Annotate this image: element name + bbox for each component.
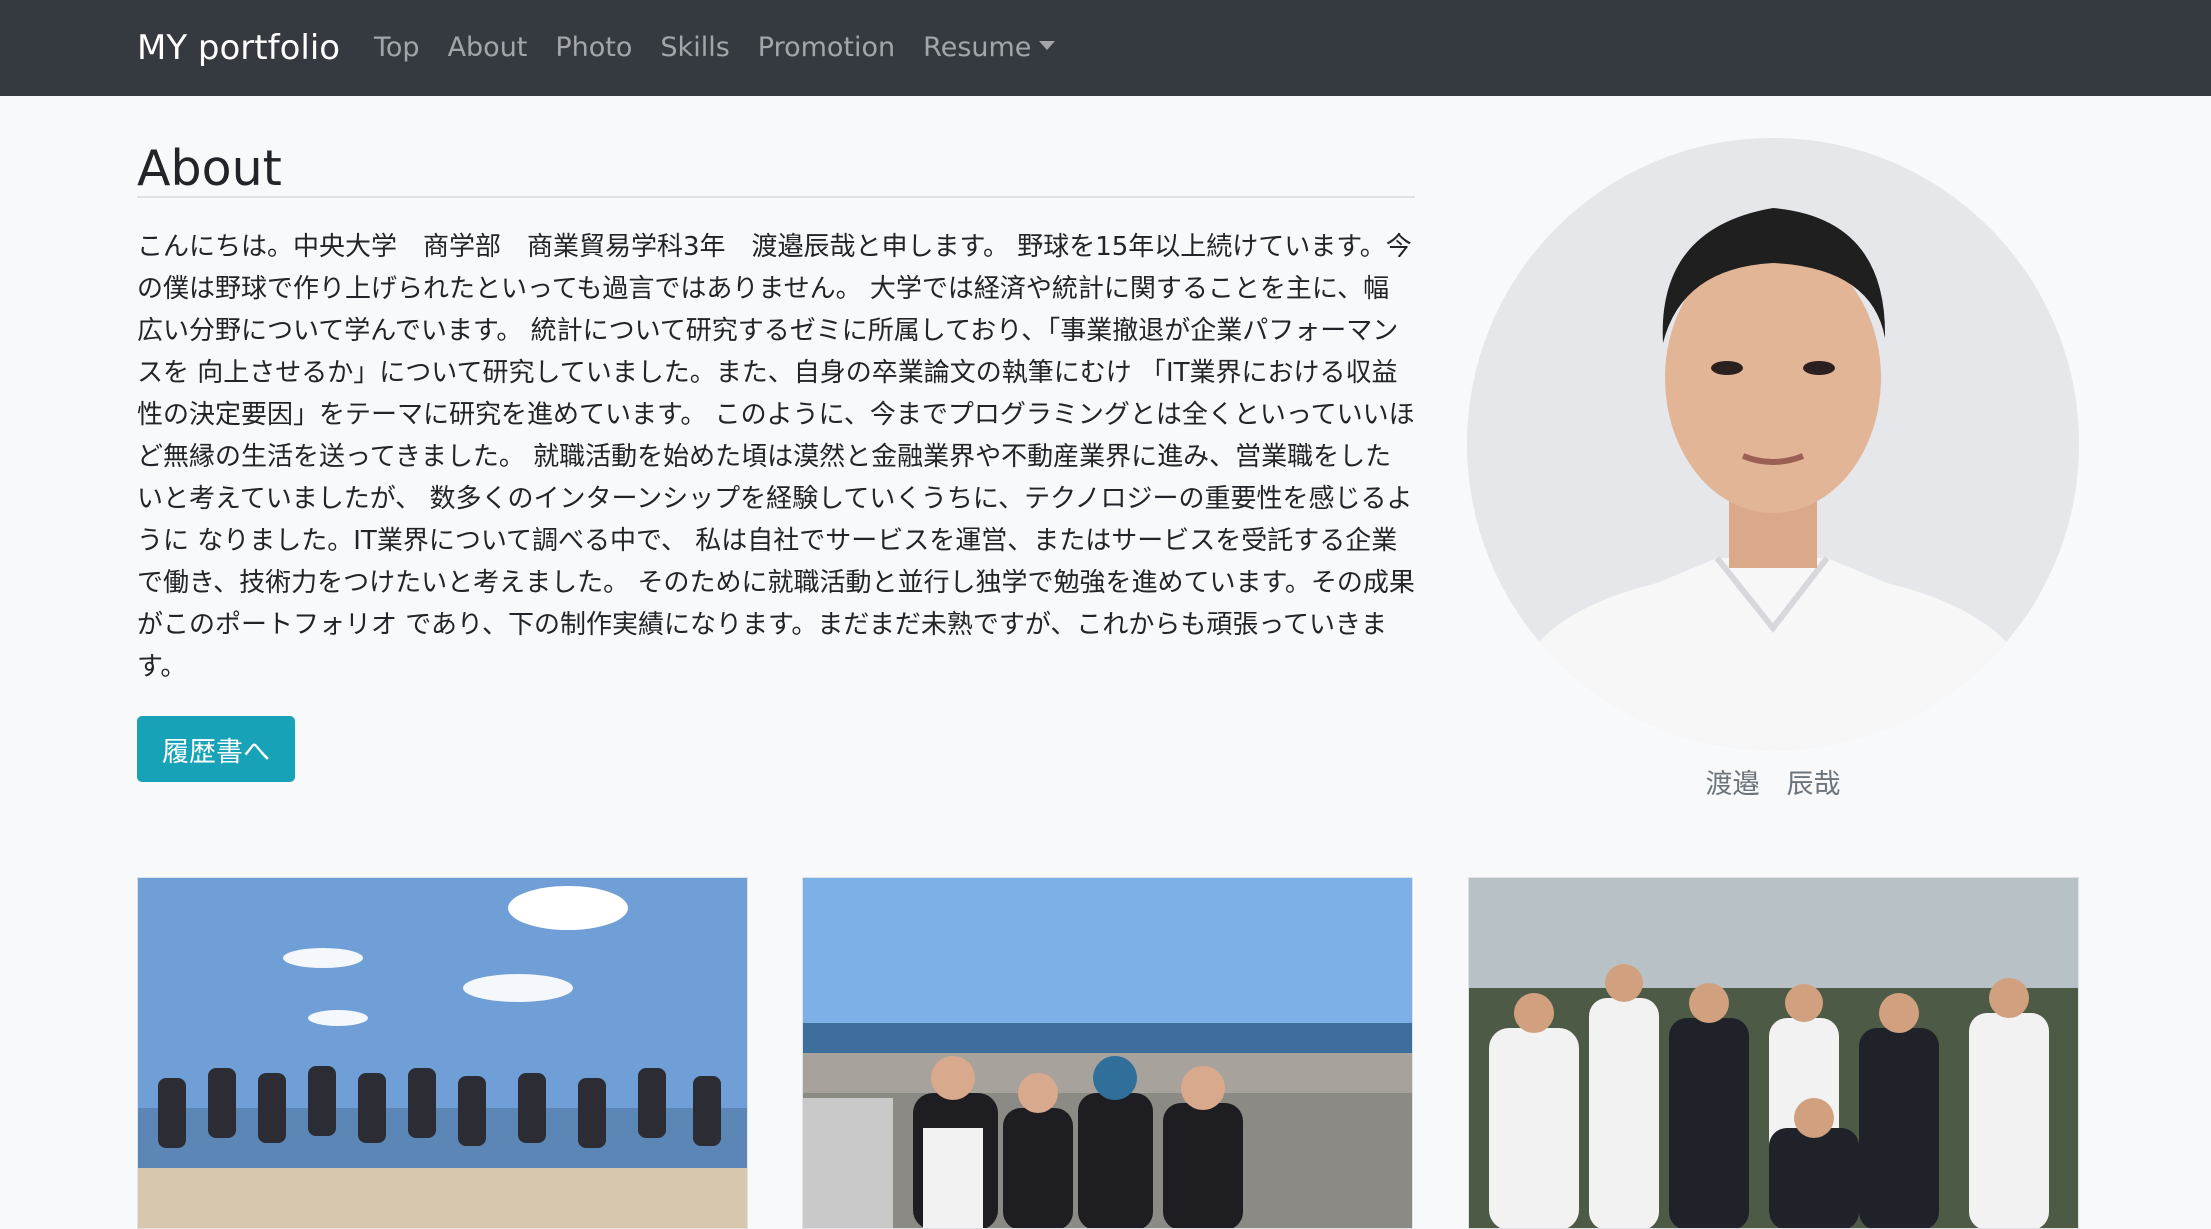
nav-link-promotion[interactable]: Promotion (744, 28, 909, 68)
photo-card-beach-jump (137, 877, 748, 1229)
nav-dropdown-resume[interactable]: Resume (909, 28, 1069, 68)
beach-jump-photo (138, 878, 747, 1228)
photo-card-seaside-group (802, 877, 1413, 1229)
nav-link-skills[interactable]: Skills (646, 28, 743, 68)
profile-name: 渡邉 辰哉 (1705, 769, 1841, 800)
brand-link[interactable]: MY portfolio (137, 25, 340, 71)
profile-photo (1467, 138, 2079, 750)
heading-divider (137, 196, 1415, 198)
baseball-team-photo (1469, 878, 2078, 1228)
nav-link-photo[interactable]: Photo (541, 28, 646, 68)
resume-button[interactable]: 履歴書へ (137, 716, 295, 782)
caret-down-icon (1039, 41, 1056, 50)
about-heading: About (137, 140, 282, 197)
nav-dropdown-resume-label: Resume (923, 32, 1032, 63)
nav-link-top[interactable]: Top (360, 28, 434, 68)
top-navbar: MY portfolio Top About Photo Skills Prom… (0, 0, 2211, 96)
nav-link-about[interactable]: About (434, 28, 542, 68)
photo-card-baseball-team (1468, 877, 2079, 1229)
nav-links: Top About Photo Skills Promotion Resume (360, 0, 1069, 96)
about-paragraph: こんにちは。中央大学 商学部 商業貿易学科3年 渡邉辰哉と申します。 野球を15… (137, 232, 1415, 682)
seaside-group-photo (803, 878, 1412, 1228)
profile-portrait-image (1467, 138, 2079, 750)
